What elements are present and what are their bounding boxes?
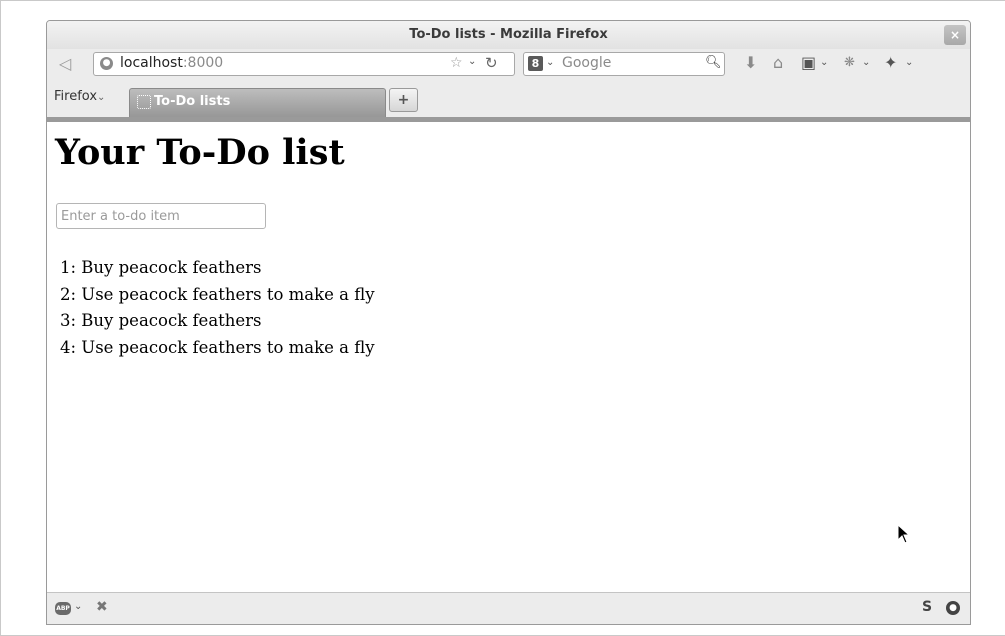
mouse-pointer-icon bbox=[897, 524, 911, 544]
firefox-menu-button[interactable]: Firefox⌄ bbox=[54, 89, 105, 104]
todo-list-item: 1: Buy peacock feathers bbox=[60, 258, 262, 277]
close-window-button[interactable]: × bbox=[944, 25, 966, 45]
todo-list-item: 3: Buy peacock feathers bbox=[60, 311, 262, 330]
reload-icon[interactable]: ↻ bbox=[485, 54, 498, 72]
screenshot-border-top bbox=[0, 0, 1005, 1]
addon-bug-icon[interactable]: ❋ bbox=[844, 53, 855, 73]
bookmarks-menu-icon[interactable]: ▣ bbox=[801, 53, 816, 73]
url-port: :8000 bbox=[182, 55, 224, 71]
search-input[interactable]: Google bbox=[562, 55, 611, 71]
url-bar[interactable]: ● localhost:8000 ☆ ⌄ ↻ bbox=[93, 52, 515, 76]
title-bar: To-Do lists - Mozilla Firefox × bbox=[47, 21, 970, 49]
new-tab-button[interactable]: + bbox=[389, 88, 418, 112]
url-text: localhost:8000 bbox=[120, 55, 223, 71]
adblock-icon[interactable]: ABP bbox=[55, 602, 71, 615]
site-identity-icon[interactable]: ● bbox=[100, 57, 113, 70]
page-content: Your To-Do list 1: Buy peacock feathers … bbox=[47, 122, 970, 592]
bookmark-star-icon[interactable]: ☆ bbox=[450, 55, 463, 71]
firefox-menu-chevron-icon: ⌄ bbox=[97, 92, 106, 103]
tab-label: To-Do lists bbox=[154, 94, 231, 109]
s-addon-icon[interactable]: S bbox=[922, 599, 932, 615]
navigation-toolbar: ◁ ● localhost:8000 ☆ ⌄ ↻ 8 ⌄ Google 🔍︎ ⬇… bbox=[47, 49, 970, 79]
todo-list-item: 4: Use peacock feathers to make a fly bbox=[60, 337, 375, 357]
addon-bug-dropdown-icon[interactable]: ⌄ bbox=[862, 53, 870, 73]
url-history-dropdown-icon[interactable]: ⌄ bbox=[468, 56, 476, 67]
search-bar[interactable]: 8 ⌄ Google 🔍︎ bbox=[523, 52, 725, 76]
home-icon[interactable]: ⌂ bbox=[773, 53, 783, 73]
window-title: To-Do lists - Mozilla Firefox bbox=[409, 27, 608, 42]
globe-addon-icon[interactable]: ● bbox=[946, 601, 960, 615]
todo-item-input[interactable] bbox=[56, 203, 266, 229]
addon-tool-icon[interactable]: ✦ bbox=[884, 53, 897, 73]
back-button[interactable]: ◁ bbox=[53, 54, 77, 74]
close-addon-bar-icon[interactable]: ✖ bbox=[96, 599, 108, 615]
search-engine-icon[interactable]: 8 bbox=[528, 56, 543, 71]
addon-tool-dropdown-icon[interactable]: ⌄ bbox=[905, 53, 913, 73]
search-icon[interactable]: 🔍︎ bbox=[705, 55, 722, 70]
adblock-dropdown-icon[interactable]: ⌄ bbox=[74, 601, 82, 612]
tab-strip: Firefox⌄ To-Do lists + bbox=[47, 79, 970, 119]
downloads-icon[interactable]: ⬇ bbox=[744, 53, 757, 73]
todo-list: 1: Buy peacock feathers 2: Use peacock f… bbox=[60, 255, 375, 361]
bookmarks-dropdown-icon[interactable]: ⌄ bbox=[820, 53, 828, 73]
tab-todo-lists[interactable]: To-Do lists bbox=[129, 88, 386, 117]
todo-list-item: 2: Use peacock feathers to make a fly bbox=[60, 284, 375, 304]
page-title: Your To-Do list bbox=[55, 132, 345, 173]
firefox-menu-label: Firefox bbox=[54, 89, 98, 104]
screenshot-border-left bbox=[0, 0, 1, 636]
search-engine-dropdown-icon[interactable]: ⌄ bbox=[546, 57, 554, 68]
tab-favicon-icon bbox=[137, 95, 151, 109]
back-arrow-icon: ◁ bbox=[58, 54, 72, 73]
browser-window: To-Do lists - Mozilla Firefox × ◁ ● loca… bbox=[46, 20, 971, 625]
addon-bar: ABP ⌄ ✖ S ● bbox=[47, 592, 970, 624]
url-host: localhost bbox=[120, 55, 183, 71]
